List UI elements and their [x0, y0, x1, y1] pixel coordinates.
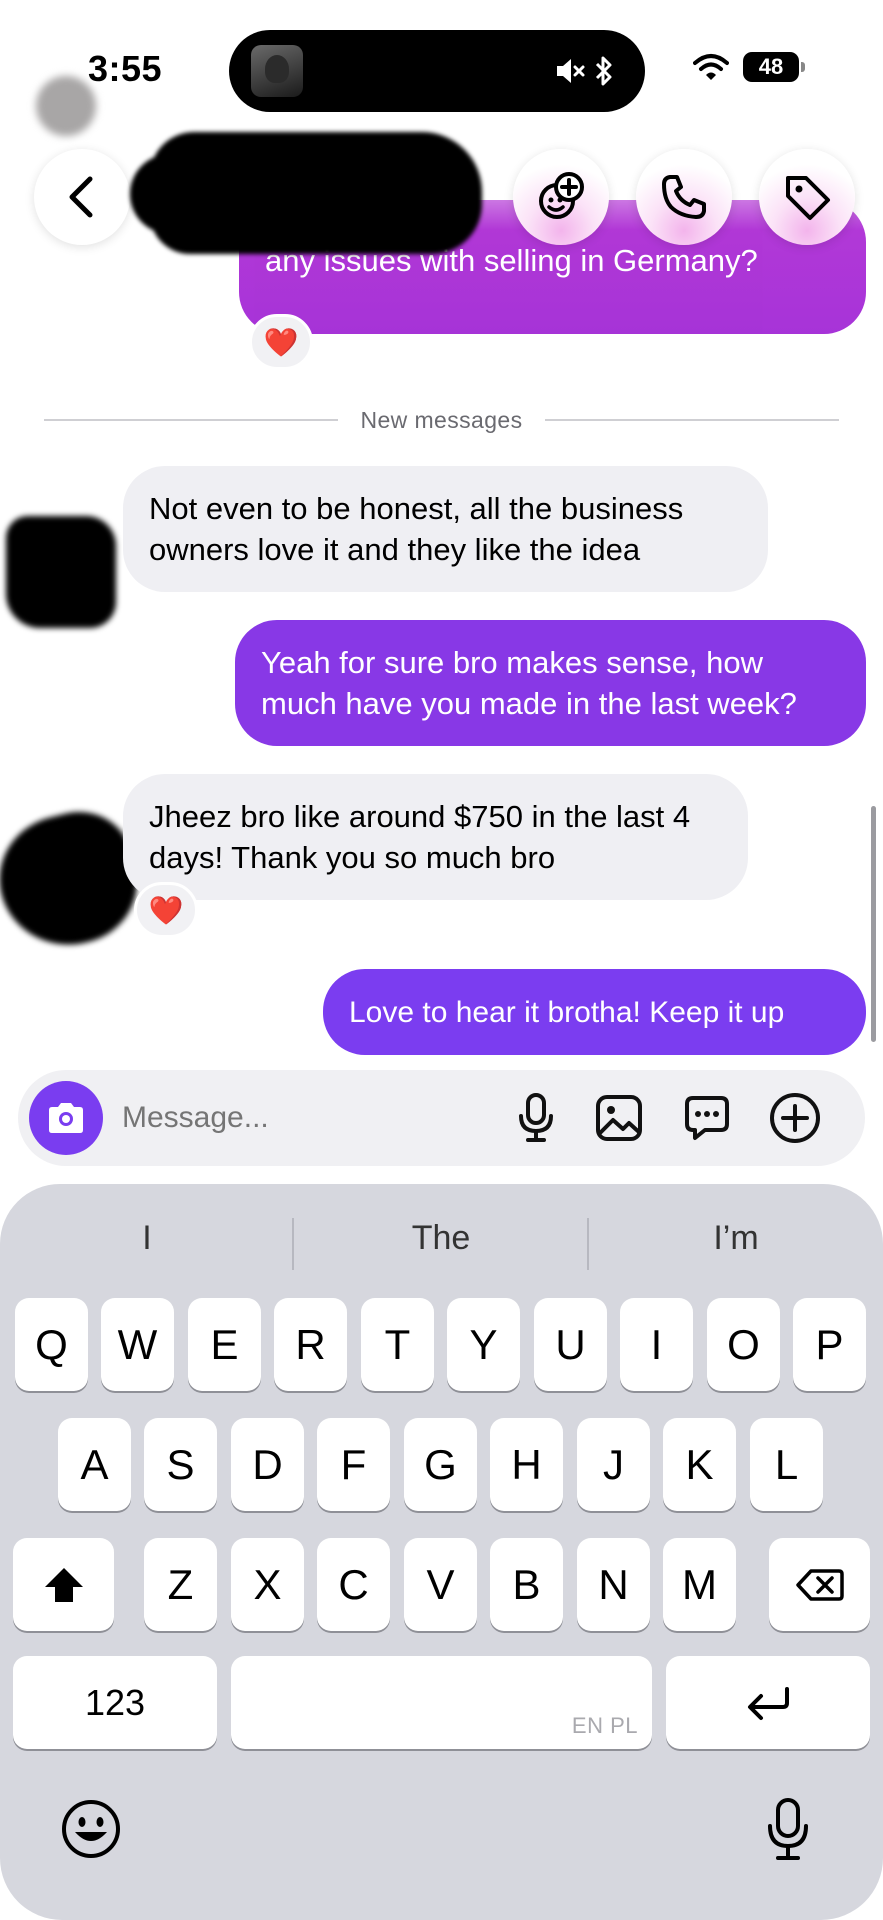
message-text: Not even to be honest, all the business …: [149, 491, 684, 567]
key-t[interactable]: T: [361, 1298, 434, 1391]
backspace-key[interactable]: [769, 1538, 870, 1631]
key-n[interactable]: N: [577, 1538, 650, 1631]
redacted-avatar: [6, 516, 116, 628]
heart-icon: ❤️: [148, 894, 184, 926]
key-j[interactable]: J: [577, 1418, 650, 1511]
key-l[interactable]: L: [750, 1418, 823, 1511]
effects-button[interactable]: [513, 149, 609, 245]
key-m[interactable]: M: [663, 1538, 736, 1631]
message-text: Yeah for sure bro makes sense, how much …: [261, 645, 797, 721]
status-time: 3:55: [88, 48, 163, 89]
tag-icon: [786, 176, 830, 220]
battery-level: 48: [758, 54, 784, 79]
shift-icon: [44, 1567, 83, 1602]
key-s[interactable]: S: [144, 1418, 217, 1511]
message-bubble-outgoing[interactable]: Love to hear it brotha! Keep it up: [323, 969, 866, 1055]
scrollbar[interactable]: [871, 806, 876, 1042]
key-x[interactable]: X: [231, 1538, 304, 1631]
key-c[interactable]: C: [317, 1538, 390, 1631]
key-k[interactable]: K: [663, 1418, 736, 1511]
plus-icon: [770, 1093, 820, 1143]
back-icon: [69, 176, 93, 218]
heart-reaction[interactable]: ❤️: [249, 314, 313, 370]
key-h[interactable]: H: [490, 1418, 563, 1511]
message-input[interactable]: [122, 1090, 502, 1146]
status-bar: 3:55 48: [0, 0, 883, 120]
voice-message-button[interactable]: [508, 1090, 564, 1146]
divider-line: [44, 419, 339, 421]
message-composer: [18, 1070, 865, 1166]
key-f[interactable]: F: [317, 1418, 390, 1511]
more-button[interactable]: [767, 1090, 823, 1146]
new-messages-divider: New messages: [44, 400, 839, 440]
key-q[interactable]: Q: [15, 1298, 88, 1391]
sticker-icon: [685, 1096, 729, 1140]
effects-icon: [539, 172, 584, 219]
microphone-icon: [519, 1093, 553, 1142]
camera-icon: [49, 1103, 83, 1133]
backspace-icon: [795, 1568, 844, 1601]
key-y[interactable]: Y: [447, 1298, 520, 1391]
gallery-button[interactable]: [591, 1090, 647, 1146]
suggestion-2[interactable]: The: [294, 1206, 588, 1270]
key-d[interactable]: D: [231, 1418, 304, 1511]
speaker-muted-icon: [557, 59, 585, 83]
divider-label: New messages: [360, 406, 523, 433]
numbers-key[interactable]: 123: [13, 1656, 217, 1749]
keyboard-language-hint: EN PL: [571, 1713, 638, 1738]
key-u[interactable]: U: [534, 1298, 607, 1391]
dictation-button[interactable]: [758, 1789, 818, 1869]
key-v[interactable]: V: [404, 1538, 477, 1631]
key-w[interactable]: W: [101, 1298, 174, 1391]
audio-call-button[interactable]: [636, 149, 732, 245]
key-g[interactable]: G: [404, 1418, 477, 1511]
key-b[interactable]: B: [490, 1538, 563, 1631]
key-a[interactable]: A: [58, 1418, 131, 1511]
keyboard: I The I’m Q W E R T Y U I O P A S D F G …: [0, 1184, 883, 1920]
key-p[interactable]: P: [793, 1298, 866, 1391]
now-playing-artwork: [251, 45, 303, 97]
battery-icon: 48: [743, 52, 805, 82]
camera-button[interactable]: [29, 1081, 103, 1155]
message-text: Jheez bro like around $750 in the last 4…: [149, 799, 691, 875]
suggestion-3[interactable]: I’m: [589, 1206, 883, 1270]
back-button[interactable]: [34, 149, 130, 245]
microphone-icon: [768, 1798, 808, 1860]
redacted-contact-name[interactable]: [130, 132, 482, 254]
emoji-icon: [62, 1800, 120, 1858]
heart-icon: ❤️: [263, 326, 299, 358]
message-bubble-outgoing[interactable]: Yeah for sure bro makes sense, how much …: [235, 620, 866, 746]
return-key[interactable]: [666, 1656, 870, 1749]
message-bubble-incoming[interactable]: Not even to be honest, all the business …: [123, 466, 768, 592]
key-z[interactable]: Z: [144, 1538, 217, 1631]
emoji-keyboard-button[interactable]: [56, 1794, 126, 1864]
dynamic-island[interactable]: [229, 30, 645, 112]
phone-icon: [662, 175, 706, 219]
space-key[interactable]: EN PL: [231, 1656, 652, 1749]
key-e[interactable]: E: [188, 1298, 261, 1391]
sticker-button[interactable]: [679, 1090, 735, 1146]
key-o[interactable]: O: [707, 1298, 780, 1391]
bluetooth-icon: [595, 56, 612, 86]
wifi-icon: [693, 54, 729, 80]
key-r[interactable]: R: [274, 1298, 347, 1391]
heart-reaction[interactable]: ❤️: [134, 882, 198, 938]
shift-key[interactable]: [13, 1538, 114, 1631]
message-bubble-incoming[interactable]: Jheez bro like around $750 in the last 4…: [123, 774, 748, 900]
key-i[interactable]: I: [620, 1298, 693, 1391]
tag-button[interactable]: [759, 149, 855, 245]
image-icon: [596, 1095, 642, 1141]
return-icon: [748, 1686, 789, 1720]
divider-line: [544, 419, 839, 421]
suggestion-1[interactable]: I: [0, 1206, 294, 1270]
predictive-suggestions: I The I’m: [0, 1206, 883, 1270]
message-text: Love to hear it brotha! Keep it up: [349, 995, 785, 1029]
